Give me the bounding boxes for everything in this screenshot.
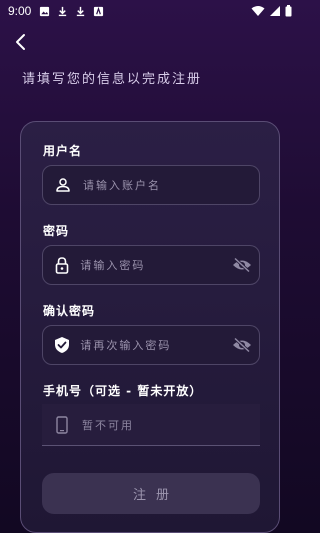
text-icon bbox=[94, 6, 104, 16]
status-time: 9:00 bbox=[8, 4, 32, 18]
username-label: 用户名 bbox=[43, 144, 83, 158]
notification-icons bbox=[39, 6, 104, 17]
phone-field: 暂不可用 bbox=[42, 404, 260, 446]
eye-off-icon bbox=[233, 257, 252, 273]
username-field[interactable] bbox=[42, 165, 260, 205]
download-icon bbox=[77, 6, 85, 16]
phone-icon bbox=[42, 404, 82, 446]
lock-icon bbox=[43, 245, 80, 285]
status-bar: 9:00 bbox=[0, 0, 300, 22]
battery-icon bbox=[285, 5, 292, 17]
phone-label: 手机号（可选 - 暂未开放） bbox=[43, 384, 203, 398]
password-label: 密码 bbox=[43, 224, 70, 238]
system-icons bbox=[251, 5, 292, 17]
confirm-password-input[interactable] bbox=[80, 326, 226, 364]
password-input[interactable] bbox=[80, 246, 226, 284]
toggle-confirm-password-visibility[interactable] bbox=[225, 325, 259, 365]
download-icon bbox=[59, 6, 67, 16]
person-icon bbox=[43, 165, 83, 205]
chevron-left-icon bbox=[16, 34, 25, 50]
password-field[interactable] bbox=[42, 245, 260, 285]
wifi-icon bbox=[251, 6, 265, 16]
phone-unavailable-text: 暂不可用 bbox=[82, 418, 134, 432]
confirm-password-label: 确认密码 bbox=[43, 304, 96, 318]
register-button[interactable]: 注册 bbox=[42, 473, 260, 514]
toggle-password-visibility[interactable] bbox=[225, 245, 259, 285]
back-button[interactable] bbox=[8, 30, 32, 54]
shield-check-icon bbox=[43, 325, 80, 365]
register-card: 用户名 密码 确认密码 bbox=[20, 121, 280, 533]
image-icon bbox=[40, 6, 50, 16]
username-input[interactable] bbox=[83, 166, 259, 204]
signal-icon bbox=[270, 6, 280, 16]
page-subtitle: 请填写您的信息以完成注册 bbox=[22, 72, 203, 87]
confirm-password-field[interactable] bbox=[42, 325, 260, 365]
eye-off-icon bbox=[233, 337, 252, 353]
